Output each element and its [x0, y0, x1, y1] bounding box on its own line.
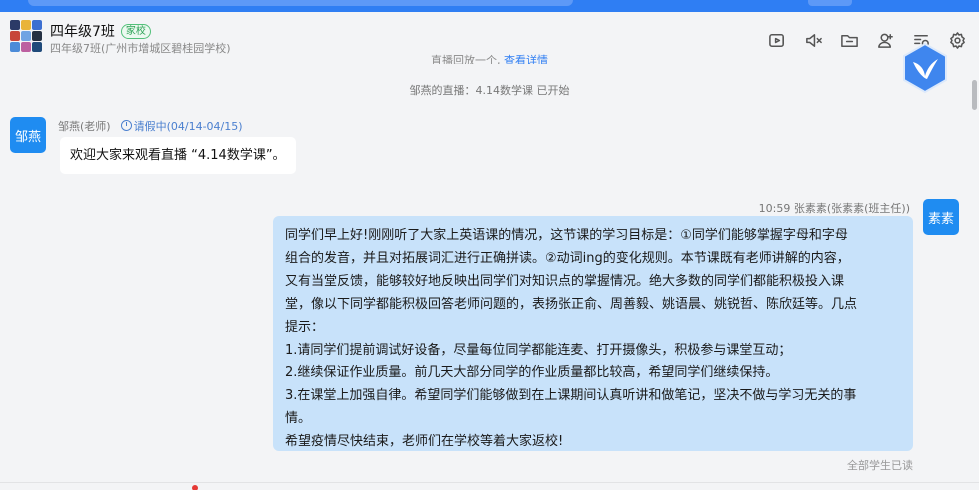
chat-scrollbar[interactable]: [971, 62, 979, 490]
message-meta: 10:59 张素素(张素素(班主任)): [758, 202, 910, 215]
group-avatar[interactable]: [10, 20, 42, 52]
avatar-tile: [32, 20, 42, 30]
sender-avatar-teacher[interactable]: 邹燕: [10, 117, 46, 153]
add-member-icon[interactable]: [873, 28, 897, 52]
group-name: 四年级7班: [50, 24, 115, 40]
leave-status: 请假中(04/14-04/15): [120, 120, 243, 133]
avatar-tile: [10, 42, 20, 52]
speaker-icon[interactable]: [801, 28, 825, 52]
video-icon[interactable]: [765, 28, 789, 52]
previous-system-message: 直播回放一个, 查看详情: [0, 52, 979, 64]
avatar-tile: [21, 31, 31, 41]
message-line: 同学们早上好!刚刚听了大家上英语课的情况，这节课的学习目标是：①同学们能够掌握字…: [285, 228, 848, 243]
message-line: 1.请同学们提前调试好设备，尽量每位同学都能连麦、打开摄像头，积极参与课堂互动；: [285, 342, 792, 358]
sender-name: 邹燕(老师): [58, 120, 111, 133]
avatar-tile: [10, 20, 20, 30]
message-bubble-own[interactable]: 同学们早上好!刚刚听了大家上英语课的情况，这节课的学习目标是：①同学们能够掌握字…: [273, 216, 913, 451]
folder-icon[interactable]: [837, 28, 861, 52]
view-details-link[interactable]: 查看详情: [504, 54, 548, 64]
message-line: 提示：: [285, 319, 325, 335]
message-bubble[interactable]: 欢迎大家来观看直播 “4.14数学课”。: [60, 137, 296, 174]
search-bar[interactable]: [28, 0, 573, 6]
avatar-tile: [21, 42, 31, 52]
message-line: 情。: [285, 411, 312, 427]
avatar-tile: [32, 42, 42, 52]
avatar-tile: [10, 31, 20, 41]
message-line: 又有当堂反馈，能够较好地反映出同学们对知识点的掌握情况。绝大多数的同学们都能积极…: [285, 273, 845, 289]
avatar-tile: [21, 20, 31, 30]
sender-info: 邹燕(老师) 请假中(04/14-04/15): [58, 118, 243, 134]
group-title: 四年级7班 家校: [50, 21, 151, 41]
message-line: 2.继续保证作业质量。前几天大部分同学的作业质量都比较高，希望同学们继续保持。: [285, 365, 779, 381]
input-divider: [0, 482, 979, 483]
clock-icon: [120, 120, 132, 131]
group-badge: 家校: [120, 24, 151, 39]
top-bar: [0, 0, 979, 12]
message-line: 3.在课堂上加强自律。希望同学们能够做到在上课期间认真听讲和做笔记，坚决不做与学…: [285, 388, 857, 404]
message-line: 希望疫情尽快结束，老师们在学校等着大家返校!: [285, 434, 564, 450]
sender-avatar-head-teacher[interactable]: 素素: [923, 199, 959, 235]
read-status[interactable]: 全部学生已读: [847, 457, 913, 473]
live-started-notice: 邹燕的直播：4.14数学课 已开始: [409, 84, 570, 97]
leave-status-text: 请假中(04/14-04/15): [133, 120, 243, 133]
message-line: 堂，像以下同学都能积极回答老师问题的，表扬张正俞、周善毅、姚语晨、姚锐哲、陈欣廷…: [285, 296, 858, 312]
message-line: 组合的发音，并且对拓展词汇进行正确拼读。②动词ing的变化规则。本节课既有老师讲…: [285, 250, 850, 266]
toolbar-button[interactable]: [808, 0, 852, 6]
previous-system-text: 直播回放一个,: [431, 54, 501, 64]
avatar-tile: [32, 31, 42, 41]
notification-dot: [192, 485, 198, 490]
